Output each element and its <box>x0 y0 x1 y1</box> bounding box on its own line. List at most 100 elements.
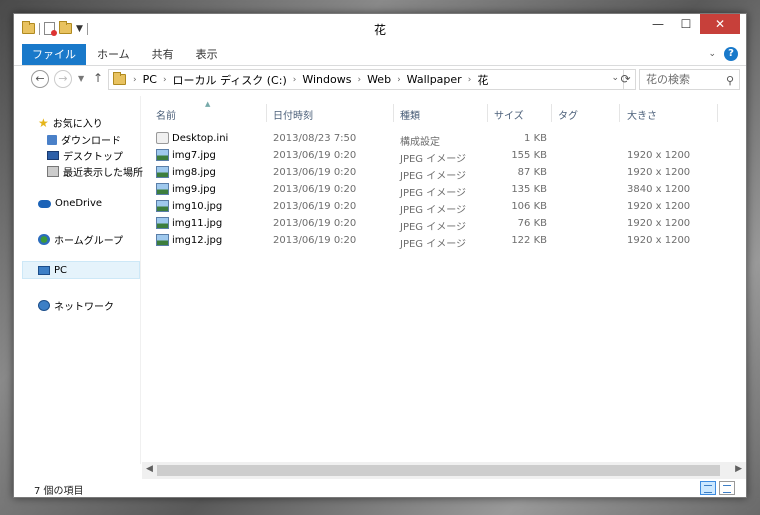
breadcrumb-separator-icon[interactable]: › <box>163 75 167 85</box>
details-view-button[interactable] <box>700 481 716 495</box>
file-size: 155 KB <box>511 150 547 161</box>
column-header-name[interactable]: 名前 <box>156 107 176 122</box>
breadcrumb-separator-icon[interactable]: › <box>357 75 361 85</box>
file-type: JPEG イメージ <box>400 154 467 165</box>
nav-desktop-label: デスクトップ <box>63 152 123 163</box>
up-button[interactable]: ↑ <box>93 71 103 85</box>
table-row[interactable]: img8.jpg 2013/06/19 0:20 JPEG イメージ 87 KB… <box>142 164 746 182</box>
file-type: JPEG イメージ <box>400 171 467 182</box>
nav-pc[interactable]: PC <box>22 261 140 279</box>
maximize-button[interactable]: ☐ <box>672 14 700 34</box>
file-dimensions: 1920 x 1200 <box>627 235 691 246</box>
file-date: 2013/06/19 0:20 <box>273 184 357 195</box>
file-date: 2013/06/19 0:20 <box>273 218 357 229</box>
address-bar[interactable]: › PC › ローカル ディスク (C:) › Windows › Web › … <box>108 69 624 90</box>
column-divider[interactable] <box>393 104 394 122</box>
file-date: 2013/06/19 0:20 <box>273 167 357 178</box>
file-dimensions: 1920 x 1200 <box>627 201 691 212</box>
column-divider[interactable] <box>717 104 718 122</box>
large-icons-view-button[interactable] <box>719 481 735 495</box>
nav-recent-places-label: 最近表示した場所 <box>63 168 143 179</box>
file-name: img10.jpg <box>172 201 223 212</box>
column-divider[interactable] <box>266 104 267 122</box>
breadcrumb-separator-icon[interactable]: › <box>133 75 137 85</box>
tab-home[interactable]: ホーム <box>86 44 141 65</box>
horizontal-scrollbar[interactable]: ◀ ▶ <box>142 462 746 479</box>
help-icon[interactable]: ? <box>724 47 738 61</box>
breadcrumb-local-disk[interactable]: ローカル ディスク (C:) <box>173 72 287 88</box>
scroll-right-icon[interactable]: ▶ <box>735 464 742 474</box>
network-icon <box>38 300 50 311</box>
onedrive-icon <box>38 199 51 208</box>
status-bar: 7 個の項目 <box>14 479 746 498</box>
nav-network[interactable]: ネットワーク <box>38 298 114 313</box>
column-header-date[interactable]: 日付時刻 <box>273 107 313 122</box>
nav-recent-places[interactable]: 最近表示した場所 <box>47 164 143 179</box>
nav-homegroup[interactable]: ホームグループ <box>38 232 123 247</box>
star-icon: ★ <box>38 115 49 130</box>
breadcrumb-windows[interactable]: Windows <box>302 73 351 86</box>
file-dimensions: 1920 x 1200 <box>627 167 691 178</box>
breadcrumb-pc[interactable]: PC <box>143 73 157 86</box>
back-button[interactable]: ← <box>31 70 49 88</box>
file-name: img11.jpg <box>172 218 223 229</box>
search-icon[interactable]: ⚲ <box>726 71 734 90</box>
nav-favorites[interactable]: ★ お気に入り <box>38 115 103 131</box>
file-type: 構成設定 <box>400 137 440 148</box>
column-header-tag[interactable]: タグ <box>558 107 578 122</box>
forward-button[interactable]: → <box>54 70 72 88</box>
column-header-dimensions[interactable]: 大きさ <box>627 107 657 122</box>
column-header-type[interactable]: 種類 <box>400 107 420 122</box>
table-row[interactable]: Desktop.ini 2013/08/23 7:50 構成設定 1 KB <box>142 130 746 148</box>
search-input[interactable]: 花の検索 ⚲ <box>639 69 740 90</box>
tab-view[interactable]: 表示 <box>185 44 229 65</box>
table-row[interactable]: img7.jpg 2013/06/19 0:20 JPEG イメージ 155 K… <box>142 147 746 165</box>
nav-desktop[interactable]: デスクトップ <box>47 148 123 163</box>
breadcrumb-flower[interactable]: 花 <box>477 72 488 88</box>
recent-locations-icon[interactable]: ▼ <box>78 74 84 83</box>
table-row[interactable]: img11.jpg 2013/06/19 0:20 JPEG イメージ 76 K… <box>142 215 746 233</box>
column-divider[interactable] <box>619 104 620 122</box>
breadcrumb-separator-icon[interactable]: › <box>397 75 401 85</box>
nav-network-label: ネットワーク <box>54 302 114 313</box>
breadcrumb-web[interactable]: Web <box>367 73 391 86</box>
refresh-button[interactable]: ⟳ <box>616 69 636 90</box>
image-file-icon <box>156 149 169 161</box>
file-type: JPEG イメージ <box>400 239 467 250</box>
nav-onedrive[interactable]: OneDrive <box>38 198 102 209</box>
breadcrumb-separator-icon[interactable]: › <box>468 75 472 85</box>
scrollbar-thumb[interactable] <box>157 465 720 476</box>
file-list: ▲ 名前 日付時刻 種類 サイズ タグ 大きさ Desktop.ini 2013… <box>142 96 746 464</box>
table-row[interactable]: img9.jpg 2013/06/19 0:20 JPEG イメージ 135 K… <box>142 181 746 199</box>
expand-ribbon-icon[interactable]: ⌄ <box>708 49 716 59</box>
breadcrumb-wallpaper[interactable]: Wallpaper <box>407 73 462 86</box>
tab-share[interactable]: 共有 <box>141 44 185 65</box>
table-row[interactable]: img10.jpg 2013/06/19 0:20 JPEG イメージ 106 … <box>142 198 746 216</box>
breadcrumb-separator-icon[interactable]: › <box>293 75 297 85</box>
desktop-icon <box>47 151 59 160</box>
file-date: 2013/08/23 7:50 <box>273 133 357 144</box>
table-row[interactable]: img12.jpg 2013/06/19 0:20 JPEG イメージ 122 … <box>142 232 746 250</box>
file-type: JPEG イメージ <box>400 205 467 216</box>
tab-file[interactable]: ファイル <box>22 44 86 65</box>
close-button[interactable]: ✕ <box>700 14 740 34</box>
file-date: 2013/06/19 0:20 <box>273 201 357 212</box>
column-divider[interactable] <box>487 104 488 122</box>
file-date: 2013/06/19 0:20 <box>273 235 357 246</box>
file-name: img12.jpg <box>172 235 223 246</box>
navigation-pane: ★ お気に入り ダウンロード デスクトップ 最近表示した場所 OneDrive … <box>14 96 143 464</box>
file-date: 2013/06/19 0:20 <box>273 150 357 161</box>
explorer-window: ▼ 花 — ☐ ✕ ファイル ホーム 共有 表示 ⌄ ? ← → ▼ ↑ › P… <box>13 13 747 498</box>
file-name: img8.jpg <box>172 167 216 178</box>
minimize-button[interactable]: — <box>644 14 672 34</box>
file-size: 1 KB <box>524 133 547 144</box>
window-title: 花 <box>373 23 386 37</box>
nav-onedrive-label: OneDrive <box>55 198 103 209</box>
column-divider[interactable] <box>551 104 552 122</box>
column-header-size[interactable]: サイズ <box>494 107 524 122</box>
scroll-left-icon[interactable]: ◀ <box>146 464 153 474</box>
nav-pc-label: PC <box>54 264 68 276</box>
file-dimensions: 1920 x 1200 <box>627 150 691 161</box>
nav-downloads[interactable]: ダウンロード <box>47 132 121 147</box>
ini-file-icon <box>156 132 169 144</box>
